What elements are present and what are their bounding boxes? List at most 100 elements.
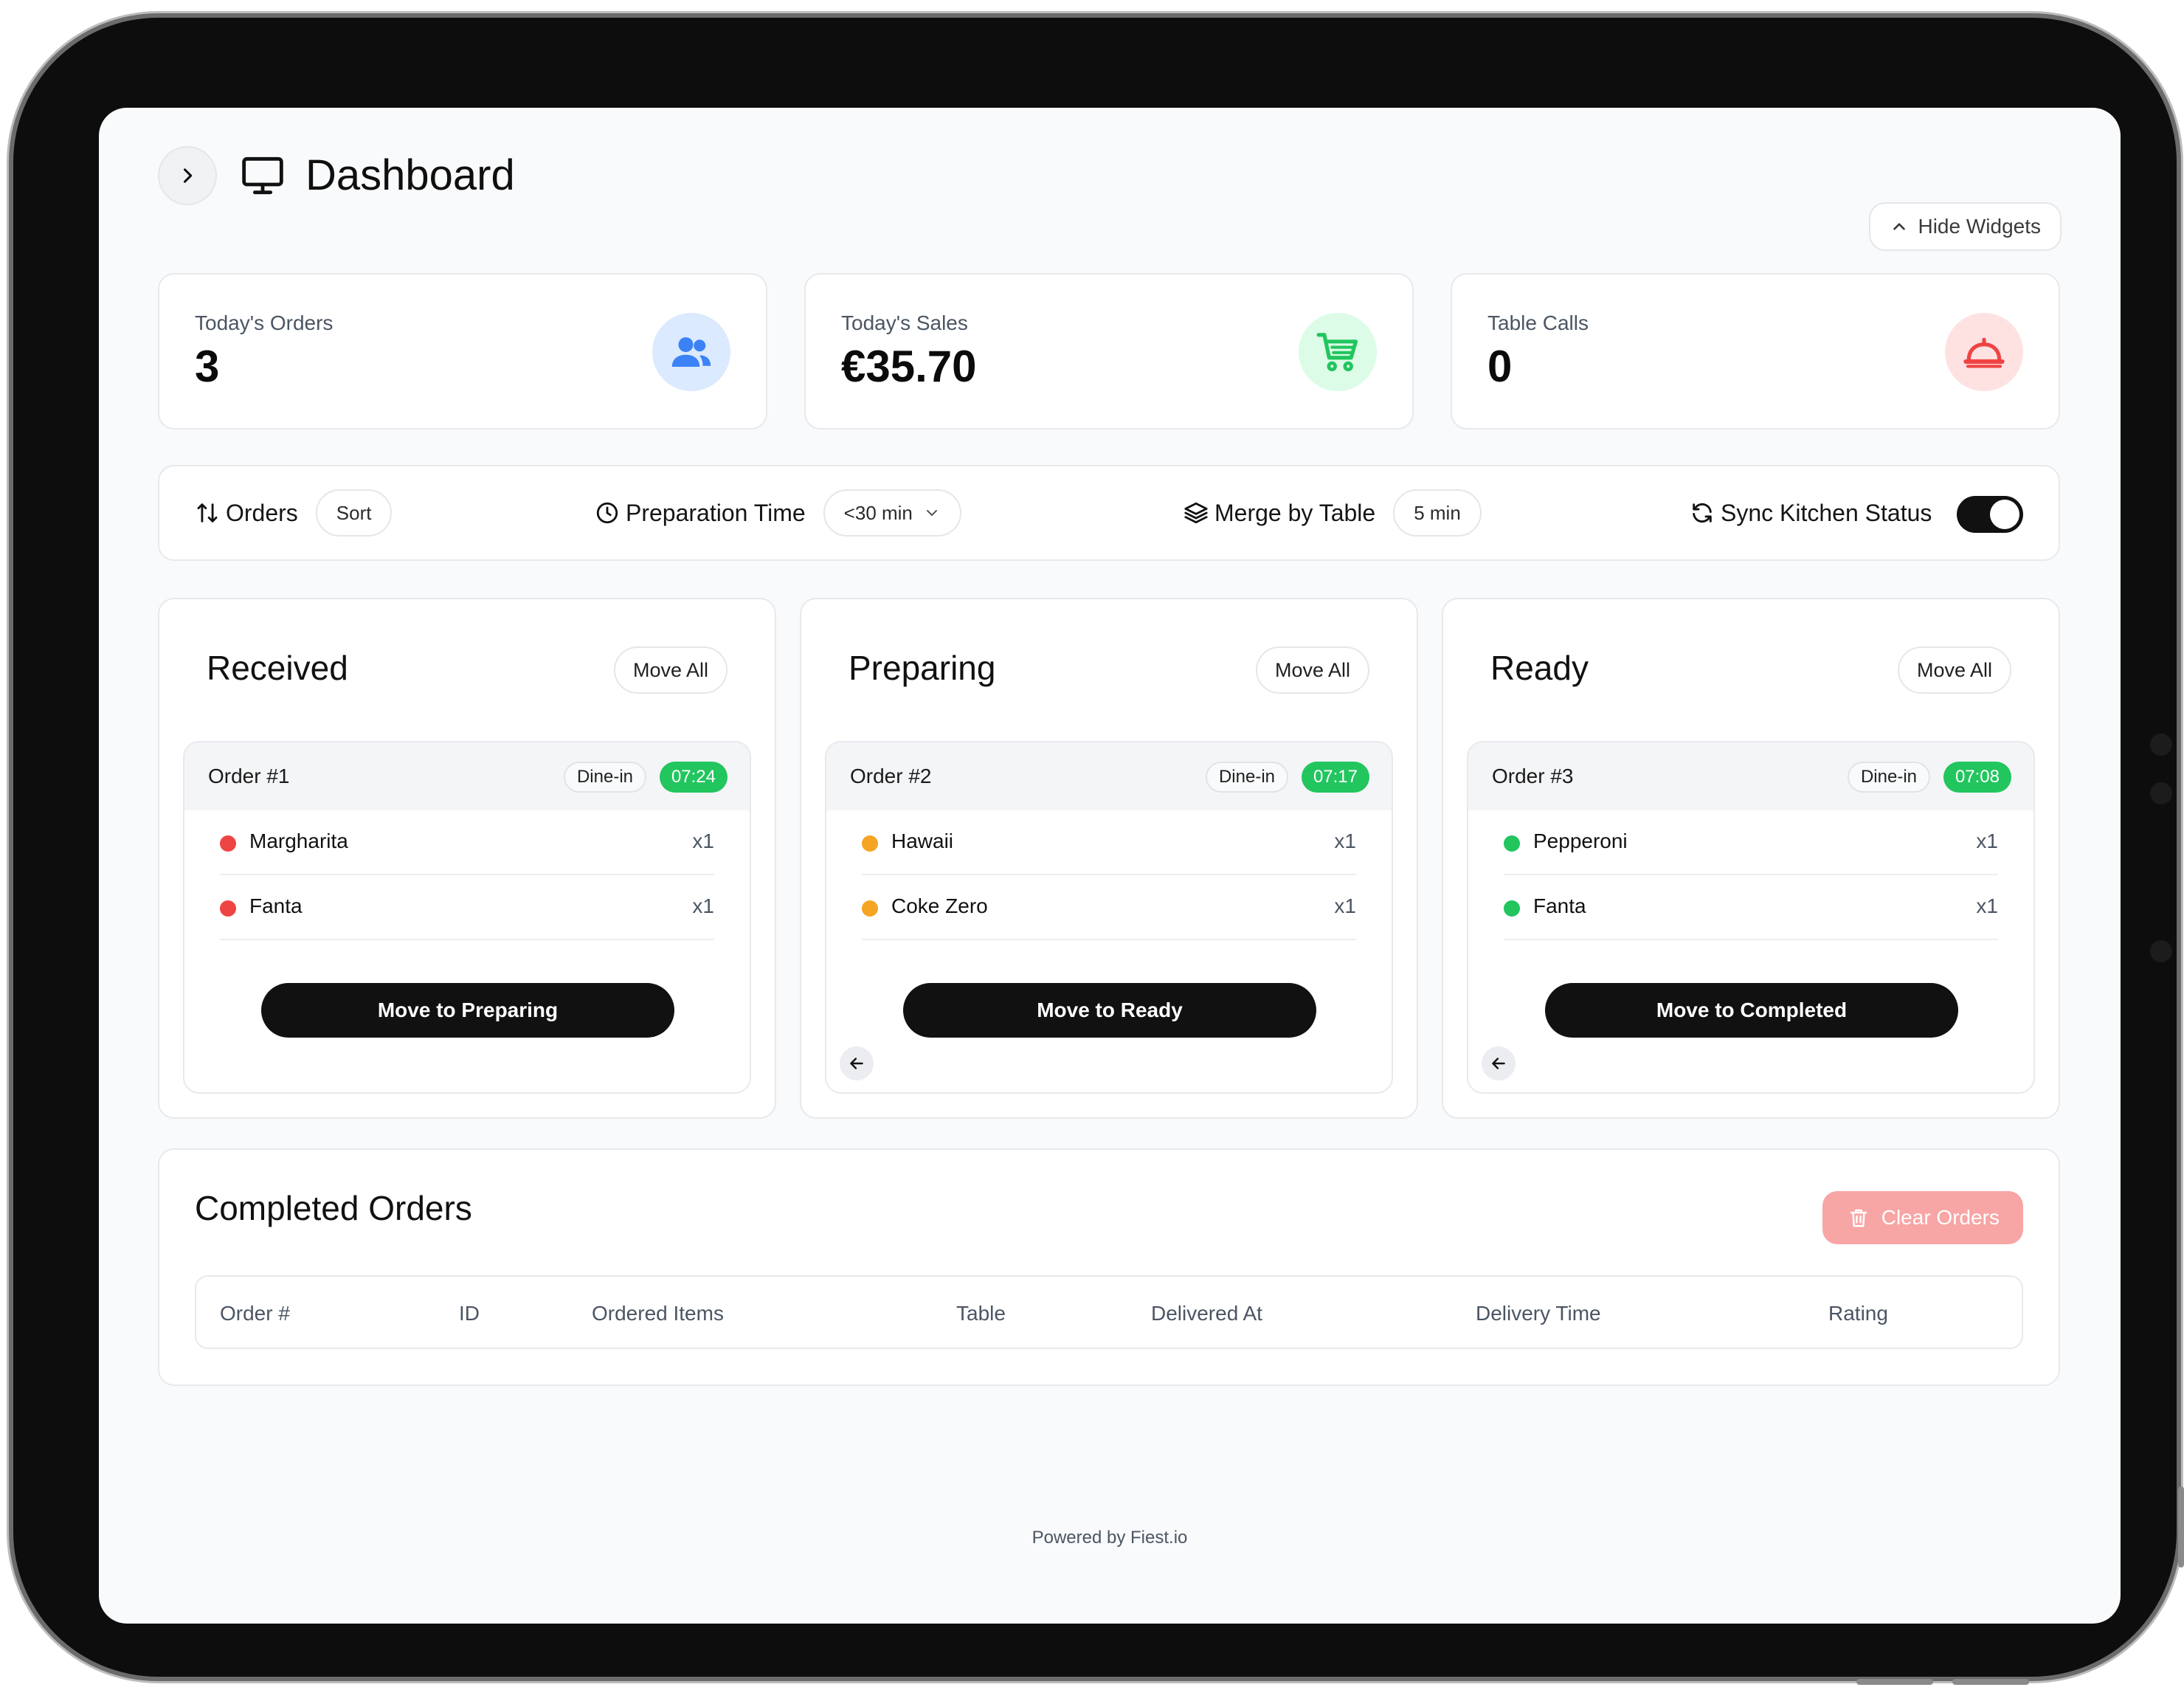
order-item-row: Coke Zero x1 bbox=[862, 875, 1356, 940]
stat-label: Table Calls bbox=[1487, 311, 1589, 334]
refresh-icon bbox=[1693, 503, 1712, 523]
move-to-preparing-button[interactable]: Move to Preparing bbox=[261, 983, 674, 1038]
stat-value: 3 bbox=[195, 342, 220, 391]
move-back-button[interactable] bbox=[840, 1046, 874, 1080]
screen: Dashboard Hide Widgets Today's Orders 3 bbox=[99, 108, 2121, 1624]
status-dot bbox=[1504, 900, 1520, 917]
users-icon bbox=[671, 337, 711, 367]
clear-orders-button[interactable]: Clear Orders bbox=[1822, 1191, 2023, 1244]
merge-value: 5 min bbox=[1414, 501, 1461, 524]
completed-orders-panel: Completed Orders Clear Orders Order # ID… bbox=[158, 1148, 2060, 1386]
column-title: Ready bbox=[1490, 649, 1589, 687]
order-timer-badge: 07:08 bbox=[1943, 762, 2011, 793]
item-qty: x1 bbox=[1976, 830, 1998, 852]
item-qty: x1 bbox=[692, 894, 714, 917]
arrow-left-icon bbox=[850, 1058, 863, 1069]
order-card: Order #2 Dine-in 07:17 Hawaii x1 Coke Ze… bbox=[825, 741, 1393, 1094]
stat-card-table-calls: Table Calls 0 bbox=[1451, 273, 2060, 430]
prep-time-value: <30 min bbox=[843, 501, 913, 524]
merge-interval-select[interactable]: 5 min bbox=[1393, 489, 1482, 537]
column-header-delivered-at[interactable]: Delivered At bbox=[1151, 1302, 1262, 1325]
column-header-delivery-time[interactable]: Delivery Time bbox=[1476, 1302, 1601, 1325]
monitor-icon bbox=[242, 156, 283, 195]
column-header-table[interactable]: Table bbox=[956, 1302, 1006, 1325]
item-name: Hawaii bbox=[891, 830, 954, 852]
order-card: Order #3 Dine-in 07:08 Pepperoni x1 Fant… bbox=[1467, 741, 2035, 1094]
status-dot bbox=[1504, 835, 1520, 852]
column-received: Received Move All Order #1 Dine-in 07:24… bbox=[158, 598, 776, 1119]
cart-icon bbox=[1316, 333, 1358, 372]
move-all-button[interactable]: Move All bbox=[1897, 646, 2011, 694]
completed-orders-table-header: Order # ID Ordered Items Table Delivered… bbox=[195, 1275, 2023, 1349]
merge-group: Merge by Table 5 min bbox=[1183, 466, 1482, 559]
prep-time-label: Preparation Time bbox=[626, 499, 806, 526]
prep-time-group: Preparation Time <30 min bbox=[595, 466, 961, 559]
hide-widgets-button[interactable]: Hide Widgets bbox=[1869, 202, 2062, 251]
chevron-right-icon bbox=[183, 168, 193, 183]
sync-kitchen-toggle[interactable] bbox=[1957, 496, 2023, 533]
stat-card-sales: Today's Sales €35.70 bbox=[804, 273, 1414, 430]
item-name: Fanta bbox=[1533, 894, 1586, 917]
sort-button[interactable]: Sort bbox=[315, 489, 393, 537]
move-all-button[interactable]: Move All bbox=[1255, 646, 1369, 694]
side-button bbox=[2178, 1486, 2184, 1567]
status-dot bbox=[220, 900, 236, 917]
chevron-up-icon bbox=[1893, 223, 1906, 230]
column-header-order-number[interactable]: Order # bbox=[220, 1302, 290, 1325]
order-item-row: Fanta x1 bbox=[1504, 875, 1998, 940]
column-header-id[interactable]: ID bbox=[459, 1302, 480, 1325]
order-item-row: Pepperoni x1 bbox=[1504, 810, 1998, 875]
column-title: Preparing bbox=[849, 649, 996, 687]
stat-card-orders: Today's Orders 3 bbox=[158, 273, 767, 430]
stat-value: €35.70 bbox=[841, 342, 977, 391]
item-name: Margharita bbox=[249, 830, 348, 852]
item-qty: x1 bbox=[1976, 894, 1998, 917]
move-all-button[interactable]: Move All bbox=[613, 646, 728, 694]
column-header-ordered-items[interactable]: Ordered Items bbox=[592, 1302, 724, 1325]
toggle-knob bbox=[1990, 500, 2019, 529]
order-timer-badge: 07:24 bbox=[659, 762, 728, 793]
tablet-frame: Dashboard Hide Widgets Today's Orders 3 bbox=[13, 18, 2184, 1685]
order-header: Order #1 Dine-in 07:24 bbox=[184, 742, 750, 810]
column-ready: Ready Move All Order #3 Dine-in 07:08 Pe… bbox=[1442, 598, 2060, 1119]
stat-value: 0 bbox=[1487, 342, 1513, 391]
bottom-button bbox=[1856, 1679, 1933, 1685]
bottom-button bbox=[1952, 1679, 2029, 1685]
item-name: Coke Zero bbox=[891, 894, 988, 917]
column-header-rating[interactable]: Rating bbox=[1828, 1302, 1888, 1325]
chevron-down-icon bbox=[926, 510, 937, 516]
arrow-left-icon bbox=[1492, 1058, 1505, 1069]
item-name: Pepperoni bbox=[1533, 830, 1628, 852]
item-qty: x1 bbox=[1334, 830, 1356, 852]
hide-widgets-label: Hide Widgets bbox=[1918, 215, 2041, 238]
trash-icon bbox=[1850, 1209, 1867, 1227]
stat-icon-badge bbox=[652, 313, 730, 391]
move-to-completed-button[interactable]: Move to Completed bbox=[1545, 983, 1958, 1038]
sidebar-toggle-button[interactable] bbox=[158, 146, 217, 205]
move-to-ready-button[interactable]: Move to Ready bbox=[903, 983, 1316, 1038]
order-header: Order #3 Dine-in 07:08 bbox=[1468, 742, 2033, 810]
order-header: Order #2 Dine-in 07:17 bbox=[826, 742, 1392, 810]
order-title: Order #2 bbox=[850, 765, 932, 787]
stat-icon-badge bbox=[1299, 313, 1377, 391]
order-type-badge: Dine-in bbox=[1847, 762, 1930, 793]
prep-time-select[interactable]: <30 min bbox=[823, 489, 961, 537]
clock-icon bbox=[596, 502, 618, 524]
camera-dot bbox=[2150, 782, 2172, 804]
item-qty: x1 bbox=[692, 830, 714, 852]
footer-powered-by: Powered by Fiest.io bbox=[1031, 1528, 1188, 1548]
order-title: Order #3 bbox=[1492, 765, 1574, 787]
column-preparing: Preparing Move All Order #2 Dine-in 07:1… bbox=[800, 598, 1418, 1119]
layers-icon bbox=[1184, 502, 1208, 524]
move-back-button[interactable] bbox=[1482, 1046, 1516, 1080]
sync-group: Sync Kitchen Status bbox=[1690, 466, 1932, 559]
orders-sort-group: Orders Sort bbox=[195, 466, 393, 559]
order-item-row: Margharita x1 bbox=[220, 810, 714, 875]
item-qty: x1 bbox=[1334, 894, 1356, 917]
sort-label: Sort bbox=[336, 501, 372, 524]
order-item-row: Fanta x1 bbox=[220, 875, 714, 940]
status-dot bbox=[220, 835, 236, 852]
sync-label: Sync Kitchen Status bbox=[1721, 499, 1932, 526]
orders-toolbar: Orders Sort Preparation Time <30 min Mer… bbox=[158, 465, 2060, 561]
status-dot bbox=[862, 835, 878, 852]
